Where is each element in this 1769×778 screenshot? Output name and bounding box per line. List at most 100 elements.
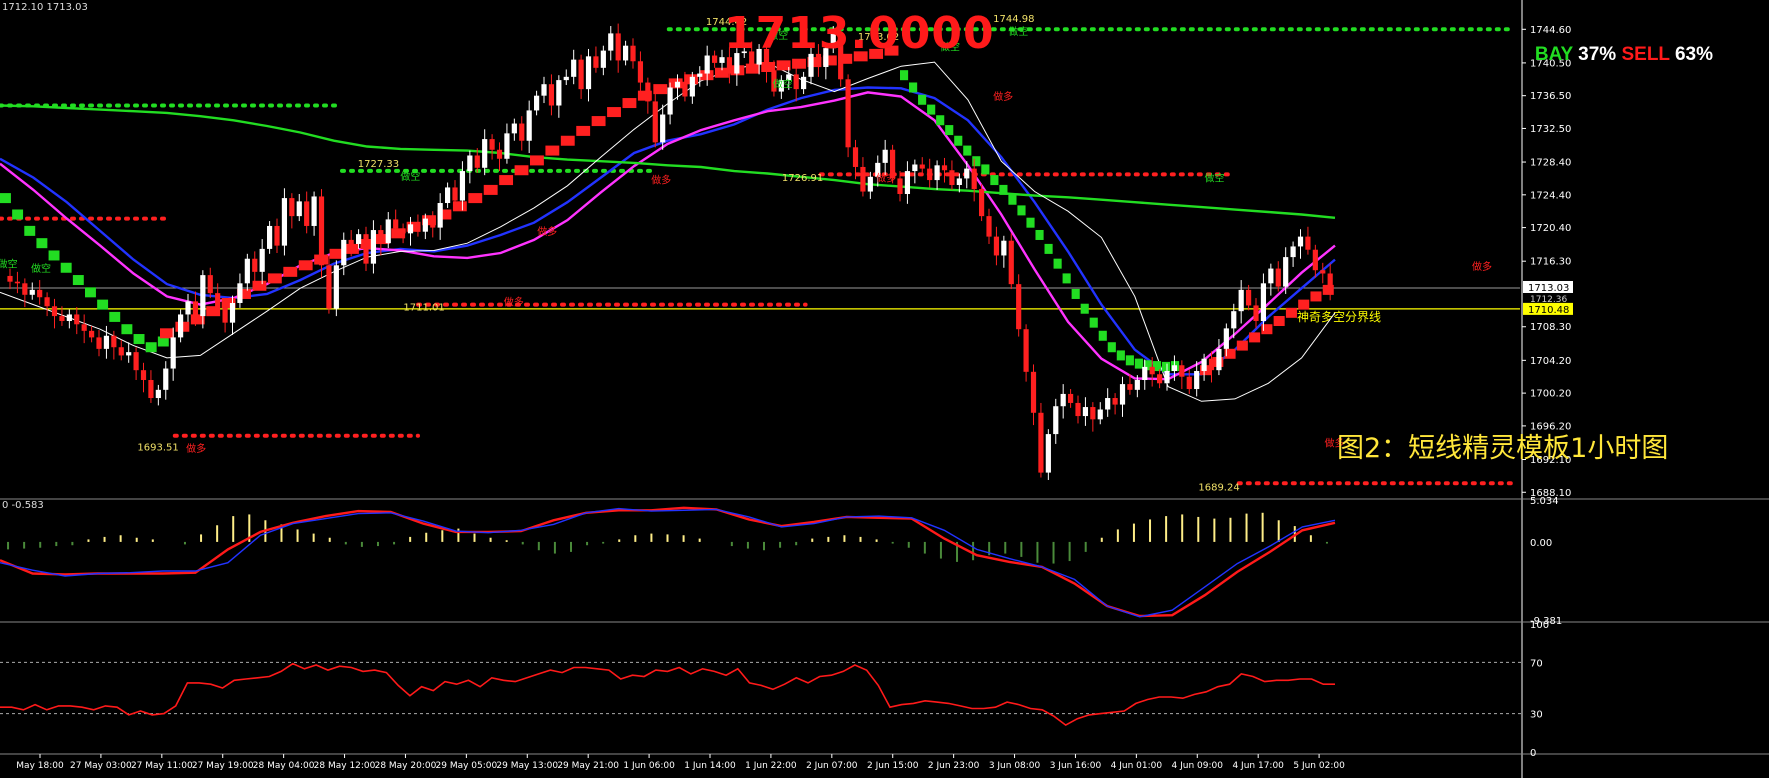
candle-up[interactable] xyxy=(801,76,807,90)
candle-down[interactable] xyxy=(222,307,228,323)
candle-down[interactable] xyxy=(274,225,280,246)
candle-down[interactable] xyxy=(304,201,310,226)
candle-down[interactable] xyxy=(637,61,644,83)
candle-up[interactable] xyxy=(445,187,451,204)
candle-up[interactable] xyxy=(341,239,347,266)
candle-up[interactable] xyxy=(1119,384,1126,405)
candle-down[interactable] xyxy=(363,234,369,264)
candle-up[interactable] xyxy=(370,230,377,264)
candle-up[interactable] xyxy=(1045,434,1051,473)
candle-down[interactable] xyxy=(140,370,147,381)
candle-down[interactable] xyxy=(1320,270,1326,274)
candle-down[interactable] xyxy=(1068,393,1074,403)
candle-up[interactable] xyxy=(667,87,673,115)
candle-up[interactable] xyxy=(504,133,510,159)
candle-down[interactable] xyxy=(793,74,799,90)
candle-up[interactable] xyxy=(608,33,614,51)
candle-down[interactable] xyxy=(1312,249,1318,271)
candle-up[interactable] xyxy=(1297,236,1304,247)
candle-down[interactable] xyxy=(252,258,258,272)
candle-down[interactable] xyxy=(37,289,43,298)
candle-down[interactable] xyxy=(941,165,948,171)
candle-up[interactable] xyxy=(1216,348,1222,371)
candle-down[interactable] xyxy=(415,224,421,232)
candle-up[interactable] xyxy=(1053,406,1059,435)
candle-down[interactable] xyxy=(1038,412,1044,473)
candle-up[interactable] xyxy=(867,176,873,192)
trading-chart[interactable]: 神奇多空分界线1744.42 1744.981743.021727.331726.… xyxy=(0,0,1769,778)
candle-down[interactable] xyxy=(1275,268,1281,287)
candle-down[interactable] xyxy=(1327,273,1333,288)
candle-down[interactable] xyxy=(74,314,80,325)
candle-down[interactable] xyxy=(496,149,503,159)
candle-down[interactable] xyxy=(919,164,925,169)
candle-down[interactable] xyxy=(51,306,58,317)
candle-down[interactable] xyxy=(1149,366,1155,375)
candle-up[interactable] xyxy=(674,81,681,88)
candle-down[interactable] xyxy=(192,301,199,317)
candle-up[interactable] xyxy=(556,80,562,106)
candle-down[interactable] xyxy=(318,196,325,266)
candle-up[interactable] xyxy=(1260,283,1267,322)
candle-down[interactable] xyxy=(393,219,399,229)
candle-up[interactable] xyxy=(526,110,532,141)
candle-down[interactable] xyxy=(118,347,124,356)
candle-down[interactable] xyxy=(378,230,384,244)
candle-down[interactable] xyxy=(1090,407,1096,420)
candle-up[interactable] xyxy=(66,314,72,322)
candle-down[interactable] xyxy=(400,228,406,234)
candle-down[interactable] xyxy=(148,380,154,399)
candle-up[interactable] xyxy=(511,123,517,134)
candle-up[interactable] xyxy=(385,219,391,244)
candle-up[interactable] xyxy=(459,171,466,201)
candle-down[interactable] xyxy=(348,239,354,244)
candle-down[interactable] xyxy=(1075,402,1081,417)
candle-down[interactable] xyxy=(1016,284,1022,330)
candle-up[interactable] xyxy=(281,198,288,246)
candle-up[interactable] xyxy=(267,225,273,249)
candle-up[interactable] xyxy=(1283,257,1289,287)
candle-down[interactable] xyxy=(860,166,866,192)
candle-down[interactable] xyxy=(949,170,955,185)
candle-up[interactable] xyxy=(1231,311,1237,329)
candle-up[interactable] xyxy=(1060,393,1066,407)
candle-up[interactable] xyxy=(467,155,473,172)
candle-down[interactable] xyxy=(630,45,636,62)
candle-down[interactable] xyxy=(712,55,718,63)
candle-down[interactable] xyxy=(289,198,295,217)
candle-down[interactable] xyxy=(207,275,213,294)
candle-down[interactable] xyxy=(474,155,480,168)
candle-down[interactable] xyxy=(897,178,903,195)
candle-down[interactable] xyxy=(578,59,584,90)
candle-up[interactable] xyxy=(333,265,339,309)
candle-up[interactable] xyxy=(170,337,176,369)
candle-down[interactable] xyxy=(81,324,87,331)
candle-up[interactable] xyxy=(259,248,265,272)
candle-down[interactable] xyxy=(615,33,621,61)
candle-down[interactable] xyxy=(7,275,13,282)
candle-down[interactable] xyxy=(852,147,859,167)
candle-up[interactable] xyxy=(437,203,443,228)
candle-up[interactable] xyxy=(229,302,236,323)
candle-up[interactable] xyxy=(1194,370,1200,390)
candle-up[interactable] xyxy=(585,56,592,90)
candle-down[interactable] xyxy=(548,84,555,106)
candle-down[interactable] xyxy=(44,297,50,307)
candle-up[interactable] xyxy=(1097,409,1103,420)
candle-down[interactable] xyxy=(96,337,102,349)
candle-up[interactable] xyxy=(200,275,206,317)
candle-down[interactable] xyxy=(519,123,525,141)
candle-down[interactable] xyxy=(726,57,733,74)
candle-up[interactable] xyxy=(1223,328,1229,349)
candle-up[interactable] xyxy=(1105,398,1111,410)
candle-up[interactable] xyxy=(178,314,184,338)
candle-down[interactable] xyxy=(1112,398,1118,405)
candle-down[interactable] xyxy=(652,101,658,143)
candle-down[interactable] xyxy=(111,335,117,348)
candle-down[interactable] xyxy=(215,293,221,308)
candle-down[interactable] xyxy=(845,79,851,148)
candle-down[interactable] xyxy=(1179,365,1185,377)
candle-down[interactable] xyxy=(1127,384,1133,390)
candle-up[interactable] xyxy=(956,178,962,185)
candle-down[interactable] xyxy=(1253,305,1259,322)
